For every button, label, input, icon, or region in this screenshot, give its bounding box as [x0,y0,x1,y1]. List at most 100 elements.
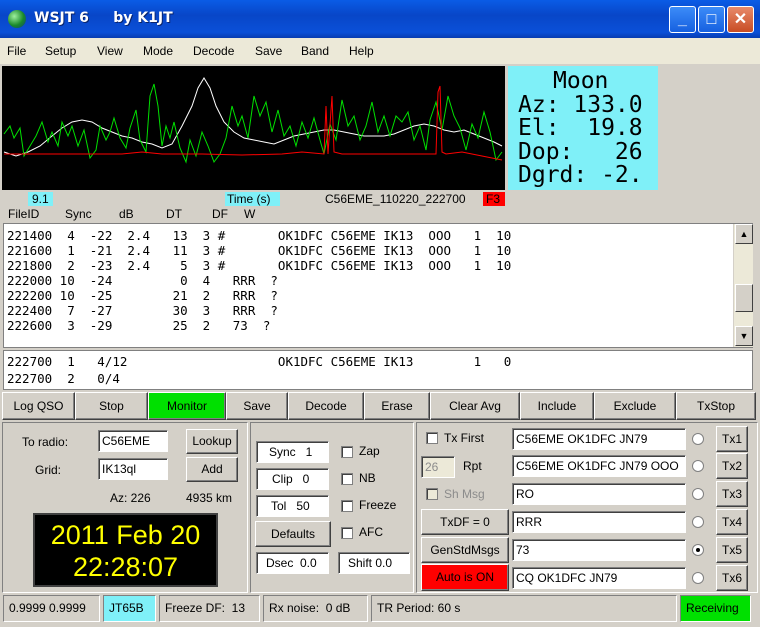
maximize-button[interactable]: □ [698,6,725,33]
tx-first-label: Tx First [444,431,484,445]
sh-msg-checkbox[interactable] [426,488,438,500]
tx5-button[interactable]: Tx5 [716,537,748,563]
tx3-message-field[interactable]: RO [512,483,686,505]
stop-button[interactable]: Stop [75,392,148,420]
tx1-button[interactable]: Tx1 [716,426,748,452]
tx5-message-field[interactable]: 73 [512,539,686,561]
list-item[interactable]: 222600 3 -29 25 2 73 ? [7,318,270,333]
moon-degradation: Dgrd: -2. [518,162,643,188]
signal-graph [2,66,505,190]
auto-button[interactable]: Auto is ON [421,564,509,591]
list-item[interactable]: 221400 4 -22 2.4 13 3 # OK1DFC C56EME IK… [7,228,511,243]
tx4-message-field[interactable]: RRR [512,511,686,533]
vertical-scrollbar[interactable]: ▲ ▼ [733,224,753,347]
decoded-text-list[interactable]: 221400 4 -22 2.4 13 3 # OK1DFC C56EME IK… [3,223,753,348]
close-button[interactable]: ✕ [727,6,754,33]
status-tr-period: TR Period: 60 s [371,595,677,622]
menu-save[interactable]: Save [255,44,282,58]
tx4-radio[interactable] [692,516,704,528]
moon-azimuth: Az: 133.0 [518,92,643,118]
globe-icon [8,10,26,28]
scroll-down-arrow-icon[interactable]: ▼ [735,326,753,346]
menu-mode[interactable]: Mode [143,44,173,58]
txdf-button[interactable]: TxDF = 0 [421,509,509,535]
freeze-checkbox[interactable] [341,500,353,512]
afc-checkbox[interactable] [341,527,353,539]
tx3-radio[interactable] [692,488,704,500]
col-fileid: FileID [8,207,40,221]
maximize-icon: □ [706,11,717,28]
minimize-button[interactable]: _ [669,6,696,33]
current-file-name: C56EME_110220_222700 [325,192,466,206]
frequency-readout: 9.1 [28,192,53,206]
tx6-message-field[interactable]: CQ OK1DFC JN79 [512,567,686,589]
list-item[interactable]: 222000 10 -24 0 4 RRR ? [7,273,278,288]
minimize-icon: _ [678,11,687,28]
tx2-radio[interactable] [692,460,704,472]
menu-help[interactable]: Help [349,44,374,58]
status-receiving: Receiving [680,595,751,622]
zap-label: Zap [359,444,380,458]
erase-button[interactable]: Erase [364,392,430,420]
menu-file[interactable]: File [7,44,26,58]
freeze-label: Freeze [359,498,397,512]
clear-avg-button[interactable]: Clear Avg [430,392,520,420]
zap-checkbox[interactable] [341,446,353,458]
decode-button[interactable]: Decode [288,392,364,420]
log-qso-button[interactable]: Log QSO [2,392,75,420]
menu-view[interactable]: View [97,44,123,58]
tx6-radio[interactable] [692,572,704,584]
nb-checkbox[interactable] [341,473,353,485]
txstop-button[interactable]: TxStop [676,392,756,420]
list-item[interactable]: 222400 7 -27 30 3 RRR ? [7,303,278,318]
status-meter-values: 0.9999 0.9999 [3,595,100,622]
title-bar: WSJT 6 by K1JT _ □ ✕ [0,0,760,38]
add-button[interactable]: Add [186,457,238,482]
dsec-spinner[interactable]: Dsec 0.0 [256,552,329,574]
tx-first-checkbox[interactable] [426,432,438,444]
tx1-radio[interactable] [692,433,704,445]
defaults-button[interactable]: Defaults [255,521,331,547]
include-button[interactable]: Include [520,392,594,420]
list-item[interactable]: 222200 10 -25 21 2 RRR ? [7,288,278,303]
list-item[interactable]: 221800 2 -23 2.4 5 3 # OK1DFC C56EME IK1… [7,258,511,273]
tx6-button[interactable]: Tx6 [716,565,748,591]
menu-decode[interactable]: Decode [193,44,234,58]
shift-spinner[interactable]: Shift 0.0 [338,552,410,574]
clip-spinner[interactable]: Clip 0 [256,468,329,490]
time-axis-label: Time (s) [225,192,280,206]
average-text-list[interactable]: 222700 1 4/12 OK1DFC C56EME IK13 1 0 222… [3,350,753,390]
utc-clock: 2011 Feb 20 22:28:07 [33,513,218,587]
status-rx-noise: Rx noise: 0 dB [263,595,368,622]
report-field[interactable]: 26 [421,456,455,478]
list-item[interactable]: 222700 2 0/4 [7,371,120,386]
grid-field[interactable]: IK13ql [98,458,168,480]
tx2-button[interactable]: Tx2 [716,453,748,479]
scroll-thumb[interactable] [735,284,753,312]
tx3-button[interactable]: Tx3 [716,481,748,507]
sync-green-line [3,83,503,164]
lookup-button[interactable]: Lookup [186,429,238,454]
sync-spinner[interactable]: Sync 1 [256,441,329,463]
distance-readout: 4935 km [186,491,233,505]
exclude-button[interactable]: Exclude [594,392,676,420]
tx5-radio[interactable] [692,544,704,556]
grid-label: Grid: [35,463,62,477]
menu-band[interactable]: Band [301,44,329,58]
gen-std-msgs-button[interactable]: GenStdMsgs [421,537,509,563]
tx1-message-field[interactable]: C56EME OK1DFC JN79 [512,428,686,450]
menu-bar: File Setup View Mode Decode Save Band He… [0,38,760,64]
list-item[interactable]: 222700 1 4/12 OK1DFC C56EME IK13 1 0 [7,354,511,369]
list-item[interactable]: 221600 1 -21 2.4 11 3 # OK1DFC C56EME IK… [7,243,511,258]
menu-setup[interactable]: Setup [45,44,76,58]
to-radio-field[interactable]: C56EME [98,430,168,452]
col-dt: DT [166,207,182,221]
tol-spinner[interactable]: Tol 50 [256,495,329,517]
save-button[interactable]: Save [226,392,288,420]
status-freeze-df: Freeze DF: 13 [159,595,260,622]
monitor-button[interactable]: Monitor [148,392,226,420]
tx2-message-field[interactable]: C56EME OK1DFC JN79 OOO [512,455,686,477]
scroll-up-arrow-icon[interactable]: ▲ [735,224,753,244]
clock-time: 22:28:07 [72,552,179,582]
tx4-button[interactable]: Tx4 [716,509,748,535]
